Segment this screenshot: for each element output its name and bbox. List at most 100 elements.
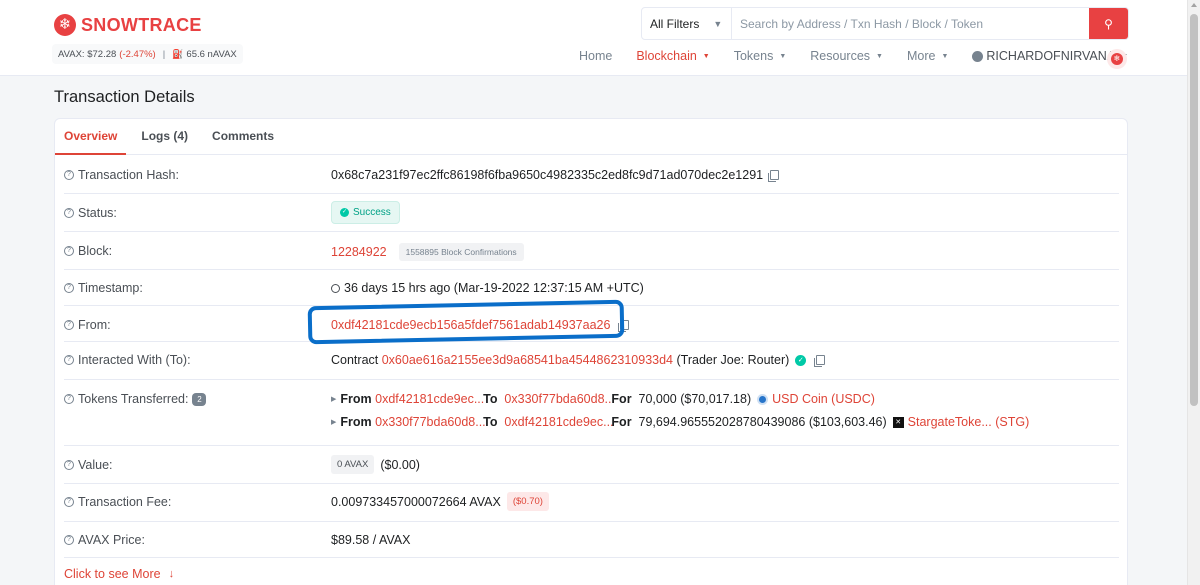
token-link[interactable]: USD Coin (USDC) <box>772 392 875 406</box>
chevron-down-icon: ▼ <box>702 52 710 60</box>
transfer-amount: 79,694.965552028780439086 ($103,603.46) <box>638 415 887 429</box>
from-label: ? From: <box>64 318 111 332</box>
status-label: ? Status: <box>64 206 117 220</box>
nav-blockchain-label: Blockchain <box>636 49 697 63</box>
interacted-label: ? Interacted With (To): <box>64 353 191 367</box>
row-block: ? Block: 12284922 1558895 Block Confirmati… <box>64 232 1119 270</box>
row-value: ? Value: 0 AVAX ($0.00) <box>64 446 1119 484</box>
scrollbar-thumb[interactable] <box>1190 14 1198 406</box>
tab-comments[interactable]: Comments <box>203 119 283 155</box>
row-avax-price: ? AVAX Price: $89.58 / AVAX <box>64 522 1119 558</box>
theme-toggle-button[interactable]: ❄ <box>1107 49 1127 69</box>
question-icon[interactable]: ? <box>64 208 74 218</box>
timestamp-label: ? Timestamp: <box>64 281 143 295</box>
transfer-to-link[interactable]: 0x330f77bda60d8... <box>504 392 615 406</box>
transaction-card: Overview Logs (4) Comments ? Transaction … <box>54 118 1128 585</box>
tokens-transferred-label: ? Tokens Transferred: 2 <box>64 392 207 406</box>
gas-price[interactable]: 65.6 nAVAX <box>186 49 236 60</box>
nav-user-menu[interactable]: RICHARDOFNIRVANA▼ <box>972 49 1128 63</box>
price-change: (-2.47%) <box>119 48 156 60</box>
question-icon[interactable]: ? <box>64 320 74 330</box>
nav-tokens[interactable]: Tokens ▼ <box>734 49 787 63</box>
question-icon[interactable]: ? <box>64 170 74 180</box>
fee-label: ? Transaction Fee: <box>64 495 171 509</box>
nav-resources-label: Resources <box>810 49 871 63</box>
block-number-link[interactable]: 12284922 <box>331 245 387 259</box>
question-icon[interactable]: ? <box>64 460 74 470</box>
annotation-highlight <box>307 299 625 345</box>
for-label: For <box>611 392 632 406</box>
transfer-from-link[interactable]: 0x330f77bda60d8... <box>375 415 486 429</box>
avax-price-text: $89.58 / AVAX <box>331 533 411 547</box>
token-link[interactable]: StargateToke... (STG) <box>908 415 1030 429</box>
transfer-from-link[interactable]: 0xdf42181cde9ec... <box>375 392 484 406</box>
label-text: AVAX Price: <box>78 533 145 547</box>
chevron-down-icon: ▼ <box>713 18 723 29</box>
filter-label: All Filters <box>650 16 700 31</box>
fee-amount: 0.009733457000072664 AVAX <box>331 494 501 509</box>
gas-pump-icon: ⛽ <box>172 48 184 59</box>
value-value: 0 AVAX ($0.00) <box>331 455 420 474</box>
arrow-down-icon: ↓ <box>168 568 175 580</box>
search-bar: All Filters ▼ ⚲ <box>641 7 1129 40</box>
tab-bar: Overview Logs (4) Comments <box>55 119 1127 155</box>
question-icon[interactable]: ? <box>64 246 74 256</box>
search-filter-select[interactable]: All Filters ▼ <box>642 8 732 39</box>
label-text: Transaction Fee: <box>78 495 172 509</box>
question-icon[interactable]: ? <box>64 355 74 365</box>
verified-check-icon: ✓ <box>795 354 807 366</box>
contract-address-link[interactable]: 0x60ae616a2155ee3d9a68541ba4544862310933… <box>382 353 673 367</box>
row-tokens-transferred: ? Tokens Transferred: 2 ▶ From 0xdf42181cd… <box>64 380 1119 446</box>
label-text: Tokens Transferred: <box>78 392 189 406</box>
chevron-down-icon: ▼ <box>941 52 949 60</box>
page-title: Transaction Details <box>54 88 195 106</box>
nav-home-label: Home <box>579 49 613 63</box>
brand-name: SNOWTRACE <box>81 14 202 35</box>
value-label: ? Value: <box>64 458 113 472</box>
label-text: Timestamp: <box>78 281 143 295</box>
to-label: To <box>483 392 498 406</box>
nav-blockchain[interactable]: Blockchain ▼ <box>636 49 709 63</box>
see-more-link[interactable]: Click to see More ↓ <box>64 567 174 581</box>
transfer-count-badge: 2 <box>192 392 207 406</box>
status-text: Success <box>353 207 391 218</box>
snowflake-icon: ❄ <box>54 14 76 36</box>
label-text: Transaction Hash: <box>78 168 179 182</box>
main-nav: Home Blockchain ▼ Tokens ▼ Resources ▼ More… <box>579 49 1152 63</box>
tx-hash-label: ? Transaction Hash: <box>64 168 179 182</box>
tx-hash-value: 0x68c7a231f97ec2ffc86198f6fba9650c498233… <box>331 168 780 182</box>
nav-more[interactable]: More ▼ <box>907 49 948 63</box>
label-text: Block: <box>78 244 113 258</box>
question-icon[interactable]: ? <box>64 497 74 507</box>
tab-overview[interactable]: Overview <box>55 119 127 155</box>
status-badge: ✓ Success <box>331 201 400 224</box>
search-button[interactable]: ⚲ <box>1089 8 1128 39</box>
question-icon[interactable]: ? <box>64 283 74 293</box>
scroll-up-arrow-icon[interactable] <box>1191 3 1197 7</box>
timestamp-value: 36 days 15 hrs ago (Mar-19-2022 12:37:15… <box>331 281 644 295</box>
contract-name: (Trader Joe: Router) <box>676 353 790 367</box>
copy-icon[interactable] <box>814 355 826 367</box>
check-circle-icon: ✓ <box>340 208 349 217</box>
snowtrace-logo[interactable]: ❄ SNOWTRACE <box>54 14 202 36</box>
avax-price: AVAX: $72.28 <box>58 48 117 60</box>
search-input[interactable] <box>732 8 1089 39</box>
row-status: ? Status: ✓ Success <box>64 194 1119 232</box>
tab-logs[interactable]: Logs (4) <box>132 119 197 155</box>
interacted-value: Contract 0x60ae616a2155ee3d9a68541ba4544… <box>331 353 826 367</box>
nav-more-label: More <box>906 49 936 63</box>
user-icon <box>972 50 984 62</box>
question-icon[interactable]: ? <box>64 394 74 404</box>
copy-icon[interactable] <box>768 170 780 182</box>
label-text: Interacted With (To): <box>78 353 191 367</box>
transfer-amount: 70,000 ($70,017.18) <box>638 392 752 406</box>
token-transfer-row: ▶ From 0xdf42181cde9ec... To 0x330f77bda… <box>331 392 875 406</box>
fee-usd-badge: ($0.70) <box>506 492 549 511</box>
nav-home[interactable]: Home <box>579 49 612 63</box>
page-scrollbar[interactable] <box>1187 0 1200 585</box>
tx-hash: 0x68c7a231f97ec2ffc86198f6fba9650c498233… <box>331 168 764 182</box>
transfer-to-link[interactable]: 0xdf42181cde9ec... <box>504 415 613 429</box>
nav-resources[interactable]: Resources ▼ <box>810 49 883 63</box>
question-icon[interactable]: ? <box>64 535 74 545</box>
avax-price-label: ? AVAX Price: <box>64 533 145 547</box>
